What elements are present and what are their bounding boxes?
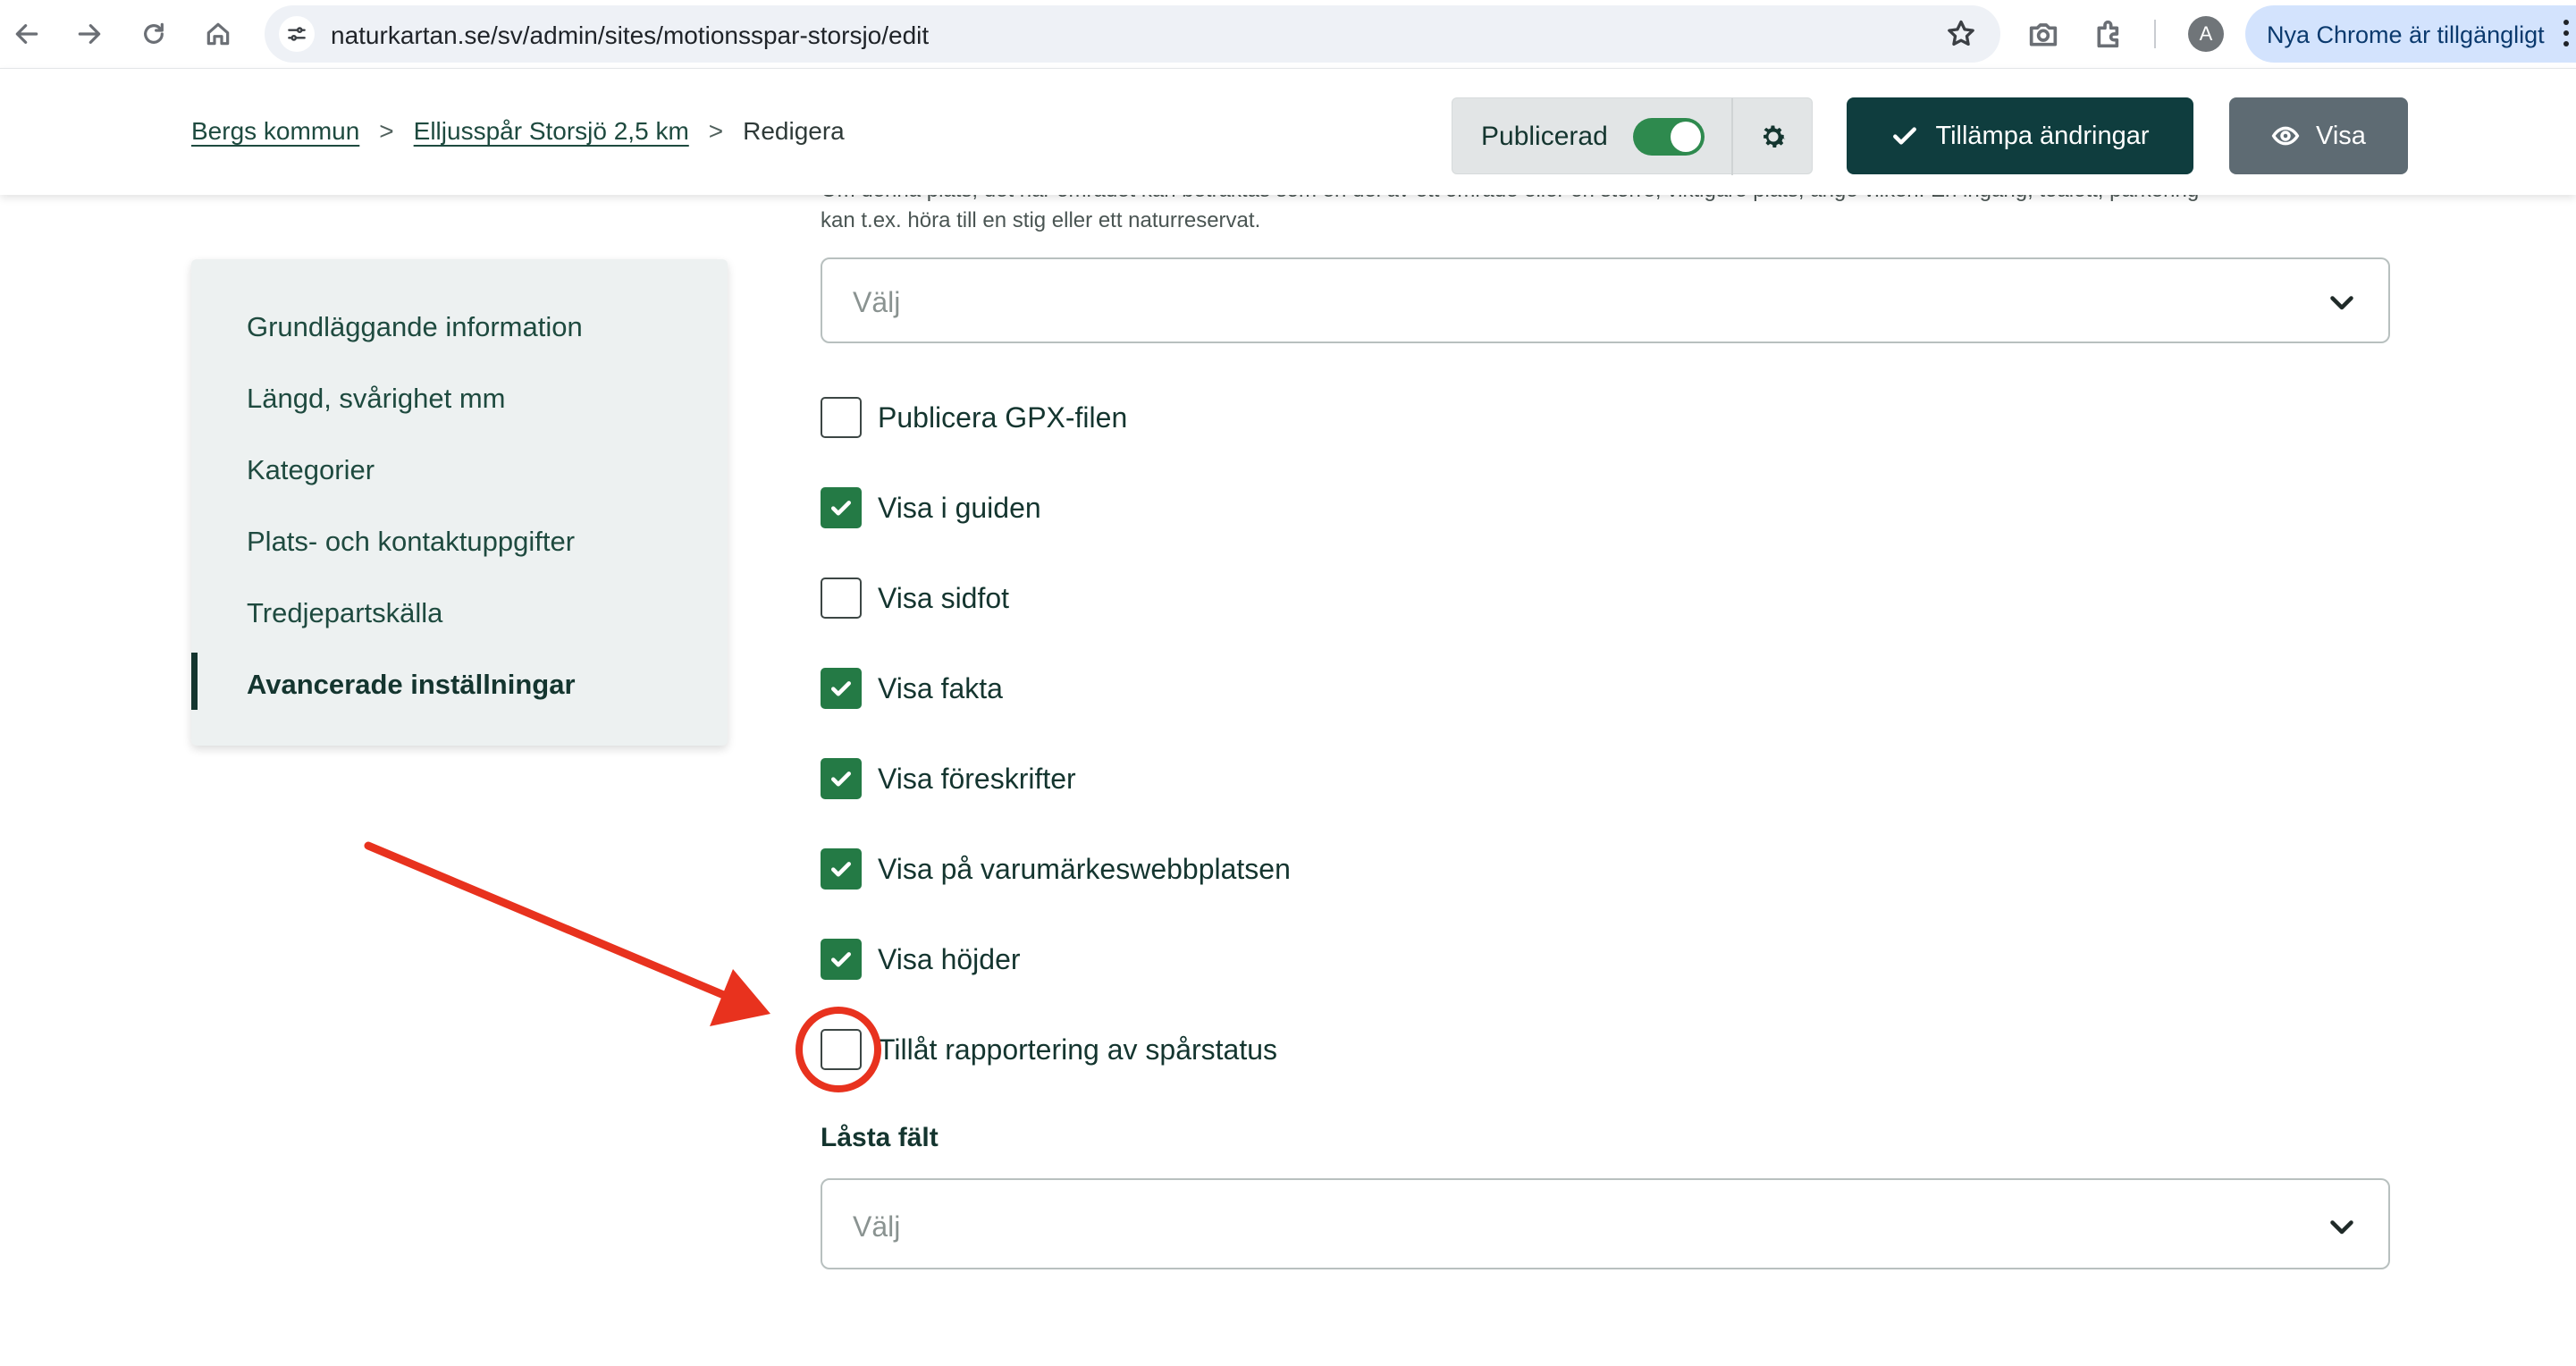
- checkbox[interactable]: [821, 578, 862, 619]
- site-settings-icon[interactable]: [279, 16, 315, 52]
- checkbox-label[interactable]: Visa sidfot: [878, 582, 1009, 615]
- breadcrumb: Bergs kommun > Elljusspår Storsjö 2,5 km…: [191, 117, 845, 146]
- breadcrumb-separator: >: [379, 117, 394, 145]
- view-label: Visa: [2316, 121, 2366, 150]
- checkbox[interactable]: [821, 848, 862, 890]
- chrome-update-button[interactable]: Nya Chrome är tillgängligt: [2245, 5, 2576, 63]
- checkbox-label[interactable]: Visa i guiden: [878, 492, 1041, 525]
- chevron-down-icon: [2326, 1210, 2358, 1243]
- option-allow-trail-status-reporting[interactable]: Tillåt rapportering av spårstatus: [821, 1029, 1277, 1070]
- section-nav: Grundläggande information Längd, svårigh…: [191, 259, 728, 746]
- sidebar-item-basic-info[interactable]: Grundläggande information: [247, 311, 583, 343]
- checkbox[interactable]: [821, 668, 862, 709]
- locked-fields-label: Låsta fält: [821, 1123, 939, 1152]
- help-text-line: kan t.ex. höra till en stig eller ett na…: [821, 208, 1261, 232]
- sidebar-item-categories[interactable]: Kategorier: [247, 454, 375, 486]
- sidebar-item-length-difficulty[interactable]: Längd, svårighet mm: [247, 383, 505, 415]
- check-icon: [831, 501, 851, 516]
- option-show-regulations[interactable]: Visa föreskrifter: [821, 758, 1076, 799]
- chrome-update-label: Nya Chrome är tillgängligt: [2267, 21, 2545, 48]
- checkbox-label[interactable]: Tillåt rapportering av spårstatus: [878, 1033, 1277, 1067]
- checkbox-label[interactable]: Visa fakta: [878, 672, 1003, 705]
- apply-changes-label: Tillämpa ändringar: [1935, 121, 2150, 150]
- option-show-on-brand-site[interactable]: Visa på varumärkeswebbplatsen: [821, 848, 1291, 890]
- check-icon: [831, 681, 851, 696]
- breadcrumb-item-site[interactable]: Elljusspår Storsjö 2,5 km: [414, 117, 689, 146]
- gear-icon[interactable]: [1756, 120, 1790, 154]
- option-show-elevations[interactable]: Visa höjder: [821, 939, 1021, 980]
- checkbox[interactable]: [821, 487, 862, 528]
- select-placeholder: Välj: [853, 286, 901, 318]
- checkbox[interactable]: [821, 1029, 862, 1070]
- chevron-down-icon: [2326, 286, 2358, 318]
- reload-icon[interactable]: [132, 13, 175, 55]
- editor-header: Bergs kommun > Elljusspår Storsjö 2,5 km…: [0, 68, 2576, 195]
- sidebar-item-third-party-source[interactable]: Tredjepartskälla: [247, 597, 442, 629]
- eye-icon: [2271, 126, 2300, 146]
- extensions-icon[interactable]: [2092, 16, 2127, 52]
- home-icon[interactable]: [197, 13, 240, 55]
- select-placeholder: Välj: [853, 1210, 901, 1243]
- check-icon: [1893, 127, 1917, 145]
- back-icon[interactable]: [5, 13, 48, 55]
- option-publish-gpx[interactable]: Publicera GPX-filen: [821, 397, 1127, 438]
- check-icon: [831, 772, 851, 787]
- checkbox-label[interactable]: Publicera GPX-filen: [878, 401, 1127, 434]
- option-show-footer[interactable]: Visa sidfot: [821, 578, 1009, 619]
- view-button[interactable]: Visa: [2229, 97, 2408, 174]
- annotation-arrow: [364, 841, 770, 1026]
- publish-control: Publicerad: [1452, 97, 1813, 175]
- publish-label: Publicerad: [1481, 122, 1608, 151]
- camera-icon[interactable]: [2025, 16, 2061, 52]
- sidebar-item-advanced-settings[interactable]: Avancerade inställningar: [247, 669, 576, 701]
- locked-fields-select[interactable]: Välj: [821, 1178, 2390, 1269]
- check-icon: [831, 952, 851, 967]
- bookmark-star-icon[interactable]: [1945, 18, 1977, 50]
- checkbox-label[interactable]: Visa höjder: [878, 943, 1021, 976]
- option-show-facts[interactable]: Visa fakta: [821, 668, 1003, 709]
- checkbox[interactable]: [821, 939, 862, 980]
- publish-divider: [1731, 98, 1733, 175]
- breadcrumb-item-municipality[interactable]: Bergs kommun: [191, 117, 359, 146]
- checkbox[interactable]: [821, 758, 862, 799]
- breadcrumb-item-current: Redigera: [743, 117, 845, 145]
- toolbar-divider: [2154, 20, 2156, 48]
- option-show-in-guide[interactable]: Visa i guiden: [821, 487, 1041, 528]
- url-text[interactable]: naturkartan.se/sv/admin/sites/motionsspa…: [331, 21, 929, 50]
- profile-avatar[interactable]: A: [2188, 16, 2224, 52]
- checkbox[interactable]: [821, 397, 862, 438]
- apply-changes-button[interactable]: Tillämpa ändringar: [1847, 97, 2193, 174]
- address-bar[interactable]: naturkartan.se/sv/admin/sites/motionsspa…: [265, 5, 2000, 63]
- publish-toggle[interactable]: [1633, 118, 1705, 156]
- forward-icon[interactable]: [68, 13, 111, 55]
- checkbox-label[interactable]: Visa på varumärkeswebbplatsen: [878, 853, 1291, 886]
- browser-menu-icon[interactable]: [2563, 20, 2571, 50]
- browser-toolbar: naturkartan.se/sv/admin/sites/motionsspa…: [0, 0, 2576, 68]
- breadcrumb-separator: >: [708, 117, 724, 145]
- sidebar-item-location-contact[interactable]: Plats- och kontaktuppgifter: [247, 526, 575, 558]
- active-indicator: [191, 653, 198, 710]
- parent-place-select[interactable]: Välj: [821, 257, 2390, 343]
- check-icon: [831, 862, 851, 877]
- checkbox-label[interactable]: Visa föreskrifter: [878, 763, 1076, 796]
